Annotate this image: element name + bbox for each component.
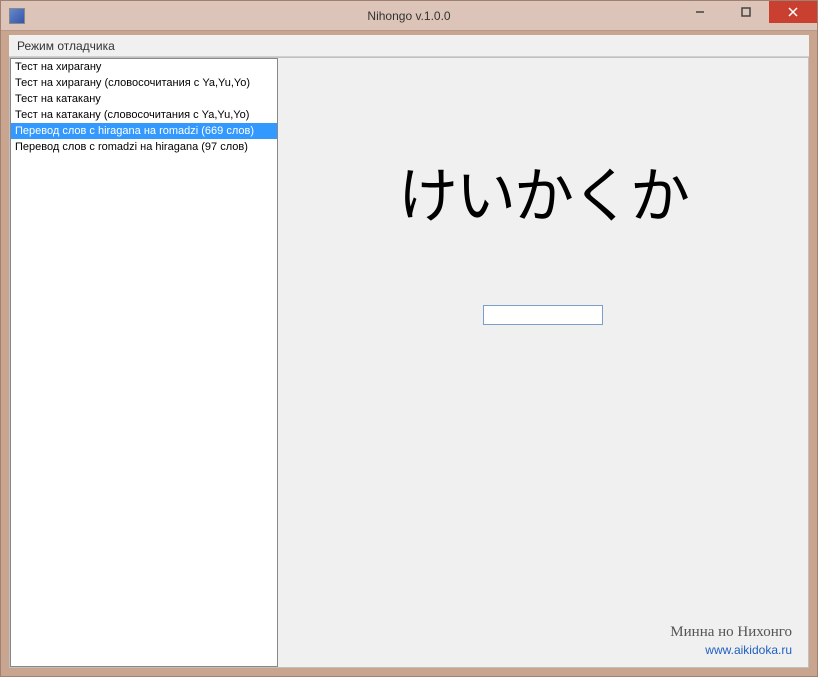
list-item[interactable]: Перевод слов с romadzi на hiragana (97 с… bbox=[11, 139, 277, 155]
list-item[interactable]: Тест на катакану (словосочитания с Ya,Yu… bbox=[11, 107, 277, 123]
list-item[interactable]: Тест на хирагану (словосочитания с Ya,Yu… bbox=[11, 75, 277, 91]
footer: Минна но Нихонго www.aikidoka.ru bbox=[670, 624, 792, 659]
test-list[interactable]: Тест на хирагануТест на хирагану (словос… bbox=[10, 58, 278, 667]
main-panel: けいかくか Минна но Нихонго www.aikidoka.ru bbox=[278, 58, 808, 667]
app-icon bbox=[9, 8, 25, 24]
close-button[interactable] bbox=[769, 1, 817, 23]
maximize-icon bbox=[741, 7, 751, 17]
list-item[interactable]: Тест на катакану bbox=[11, 91, 277, 107]
list-item[interactable]: Тест на хирагану bbox=[11, 59, 277, 75]
menu-debug-mode[interactable]: Режим отладчика bbox=[9, 37, 123, 55]
list-item[interactable]: Перевод слов с hiragana на romadzi (669 … bbox=[11, 123, 277, 139]
footer-link[interactable]: www.aikidoka.ru bbox=[705, 643, 792, 657]
footer-title: Минна но Нихонго bbox=[670, 624, 792, 641]
app-window: Nihongo v.1.0.0 Режим отладчика Тест на … bbox=[0, 0, 818, 677]
answer-input[interactable] bbox=[483, 305, 603, 325]
japanese-word: けいかくか bbox=[398, 148, 688, 235]
titlebar: Nihongo v.1.0.0 bbox=[1, 1, 817, 31]
content-area: Тест на хирагануТест на хирагану (словос… bbox=[9, 57, 809, 668]
window-controls bbox=[677, 1, 817, 23]
window-title: Nihongo v.1.0.0 bbox=[367, 9, 450, 23]
minimize-icon bbox=[695, 7, 705, 17]
maximize-button[interactable] bbox=[723, 1, 769, 23]
minimize-button[interactable] bbox=[677, 1, 723, 23]
close-icon bbox=[788, 7, 798, 17]
menubar: Режим отладчика bbox=[9, 35, 809, 57]
